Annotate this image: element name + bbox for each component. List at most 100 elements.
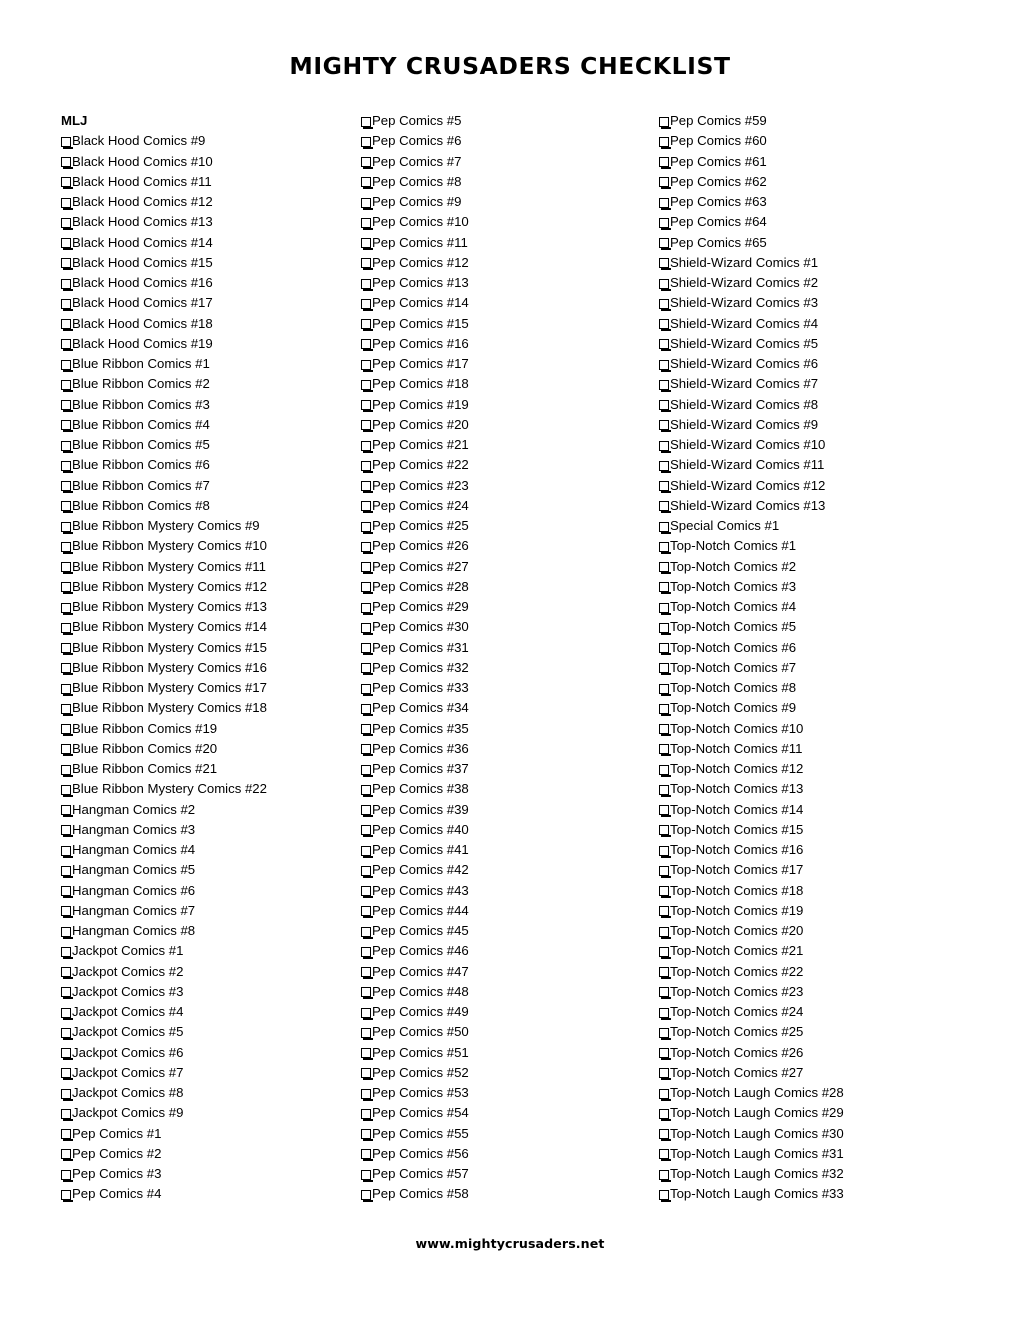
empty-square-checkbox-icon[interactable] <box>361 298 373 311</box>
checklist-item[interactable]: Pep Comics #61 <box>659 152 989 172</box>
empty-square-checkbox-icon[interactable] <box>61 1189 73 1202</box>
empty-square-checkbox-icon[interactable] <box>659 663 671 676</box>
checklist-item[interactable]: Pep Comics #29 <box>361 597 656 617</box>
checklist-item[interactable]: Top-Notch Comics #10 <box>659 719 989 739</box>
checklist-item[interactable]: Top-Notch Comics #27 <box>659 1063 989 1083</box>
empty-square-checkbox-icon[interactable] <box>61 1108 73 1121</box>
empty-square-checkbox-icon[interactable] <box>361 1068 373 1081</box>
checklist-item[interactable]: Top-Notch Comics #12 <box>659 759 989 779</box>
checklist-item[interactable]: Pep Comics #28 <box>361 577 656 597</box>
checklist-item[interactable]: Pep Comics #49 <box>361 1002 656 1022</box>
checklist-item[interactable]: Top-Notch Laugh Comics #30 <box>659 1124 989 1144</box>
empty-square-checkbox-icon[interactable] <box>361 1189 373 1202</box>
checklist-item[interactable]: Pep Comics #39 <box>361 800 656 820</box>
empty-square-checkbox-icon[interactable] <box>61 319 73 332</box>
empty-square-checkbox-icon[interactable] <box>659 1007 671 1020</box>
checklist-item[interactable]: Top-Notch Laugh Comics #33 <box>659 1184 989 1204</box>
checklist-item[interactable]: Top-Notch Comics #2 <box>659 557 989 577</box>
checklist-item[interactable]: Top-Notch Comics #11 <box>659 739 989 759</box>
checklist-item[interactable]: Pep Comics #46 <box>361 941 656 961</box>
empty-square-checkbox-icon[interactable] <box>61 420 73 433</box>
checklist-item[interactable]: Pep Comics #44 <box>361 901 656 921</box>
empty-square-checkbox-icon[interactable] <box>361 805 373 818</box>
empty-square-checkbox-icon[interactable] <box>361 1108 373 1121</box>
checklist-item[interactable]: Jackpot Comics #8 <box>61 1083 356 1103</box>
checklist-item[interactable]: Pep Comics #37 <box>361 759 656 779</box>
empty-square-checkbox-icon[interactable] <box>659 541 671 554</box>
checklist-item[interactable]: Top-Notch Comics #19 <box>659 901 989 921</box>
checklist-item[interactable]: Hangman Comics #6 <box>61 881 356 901</box>
checklist-item[interactable]: Top-Notch Comics #15 <box>659 820 989 840</box>
checklist-item[interactable]: Pep Comics #59 <box>659 111 989 131</box>
checklist-item[interactable]: Pep Comics #47 <box>361 962 656 982</box>
empty-square-checkbox-icon[interactable] <box>61 825 73 838</box>
checklist-item[interactable]: Blue Ribbon Mystery Comics #16 <box>61 658 356 678</box>
empty-square-checkbox-icon[interactable] <box>361 400 373 413</box>
empty-square-checkbox-icon[interactable] <box>61 1149 73 1162</box>
empty-square-checkbox-icon[interactable] <box>61 440 73 453</box>
checklist-item[interactable]: Pep Comics #62 <box>659 172 989 192</box>
empty-square-checkbox-icon[interactable] <box>659 136 671 149</box>
empty-square-checkbox-icon[interactable] <box>659 865 671 878</box>
checklist-item[interactable]: Top-Notch Comics #7 <box>659 658 989 678</box>
empty-square-checkbox-icon[interactable] <box>61 177 73 190</box>
empty-square-checkbox-icon[interactable] <box>659 764 671 777</box>
checklist-item[interactable]: Shield-Wizard Comics #11 <box>659 455 989 475</box>
checklist-item[interactable]: Top-Notch Comics #17 <box>659 860 989 880</box>
empty-square-checkbox-icon[interactable] <box>361 865 373 878</box>
checklist-item[interactable]: Pep Comics #33 <box>361 678 656 698</box>
empty-square-checkbox-icon[interactable] <box>659 784 671 797</box>
empty-square-checkbox-icon[interactable] <box>659 926 671 939</box>
checklist-item[interactable]: Jackpot Comics #3 <box>61 982 356 1002</box>
empty-square-checkbox-icon[interactable] <box>659 116 671 129</box>
empty-square-checkbox-icon[interactable] <box>659 521 671 534</box>
checklist-item[interactable]: Shield-Wizard Comics #8 <box>659 395 989 415</box>
empty-square-checkbox-icon[interactable] <box>361 359 373 372</box>
empty-square-checkbox-icon[interactable] <box>659 1048 671 1061</box>
empty-square-checkbox-icon[interactable] <box>659 400 671 413</box>
empty-square-checkbox-icon[interactable] <box>659 805 671 818</box>
checklist-item[interactable]: Hangman Comics #7 <box>61 901 356 921</box>
checklist-item[interactable]: Top-Notch Comics #25 <box>659 1022 989 1042</box>
checklist-item[interactable]: Jackpot Comics #5 <box>61 1022 356 1042</box>
checklist-item[interactable]: Pep Comics #52 <box>361 1063 656 1083</box>
checklist-item[interactable]: Pep Comics #19 <box>361 395 656 415</box>
empty-square-checkbox-icon[interactable] <box>659 987 671 1000</box>
empty-square-checkbox-icon[interactable] <box>659 339 671 352</box>
empty-square-checkbox-icon[interactable] <box>61 906 73 919</box>
checklist-item[interactable]: Pep Comics #5 <box>361 111 656 131</box>
checklist-item[interactable]: Blue Ribbon Mystery Comics #18 <box>61 698 356 718</box>
checklist-item[interactable]: Top-Notch Comics #18 <box>659 881 989 901</box>
empty-square-checkbox-icon[interactable] <box>361 258 373 271</box>
empty-square-checkbox-icon[interactable] <box>61 724 73 737</box>
checklist-item[interactable]: Pep Comics #1 <box>61 1124 356 1144</box>
checklist-item[interactable]: Top-Notch Comics #16 <box>659 840 989 860</box>
empty-square-checkbox-icon[interactable] <box>61 582 73 595</box>
checklist-item[interactable]: Black Hood Comics #16 <box>61 273 356 293</box>
empty-square-checkbox-icon[interactable] <box>61 987 73 1000</box>
checklist-item[interactable]: Jackpot Comics #2 <box>61 962 356 982</box>
empty-square-checkbox-icon[interactable] <box>659 703 671 716</box>
checklist-item[interactable]: Blue Ribbon Mystery Comics #14 <box>61 617 356 637</box>
checklist-item[interactable]: Black Hood Comics #13 <box>61 212 356 232</box>
checklist-item[interactable]: Shield-Wizard Comics #10 <box>659 435 989 455</box>
checklist-item[interactable]: Pep Comics #16 <box>361 334 656 354</box>
checklist-item[interactable]: Pep Comics #25 <box>361 516 656 536</box>
checklist-item[interactable]: Blue Ribbon Comics #21 <box>61 759 356 779</box>
checklist-item[interactable]: Black Hood Comics #15 <box>61 253 356 273</box>
empty-square-checkbox-icon[interactable] <box>659 1108 671 1121</box>
checklist-item[interactable]: Shield-Wizard Comics #4 <box>659 314 989 334</box>
empty-square-checkbox-icon[interactable] <box>659 683 671 696</box>
empty-square-checkbox-icon[interactable] <box>61 278 73 291</box>
empty-square-checkbox-icon[interactable] <box>61 1129 73 1142</box>
empty-square-checkbox-icon[interactable] <box>361 501 373 514</box>
checklist-item[interactable]: Pep Comics #50 <box>361 1022 656 1042</box>
checklist-item[interactable]: Blue Ribbon Comics #20 <box>61 739 356 759</box>
empty-square-checkbox-icon[interactable] <box>361 339 373 352</box>
empty-square-checkbox-icon[interactable] <box>659 440 671 453</box>
empty-square-checkbox-icon[interactable] <box>659 1149 671 1162</box>
empty-square-checkbox-icon[interactable] <box>361 886 373 899</box>
empty-square-checkbox-icon[interactable] <box>659 501 671 514</box>
checklist-item[interactable]: Pep Comics #4 <box>61 1184 356 1204</box>
empty-square-checkbox-icon[interactable] <box>61 1007 73 1020</box>
